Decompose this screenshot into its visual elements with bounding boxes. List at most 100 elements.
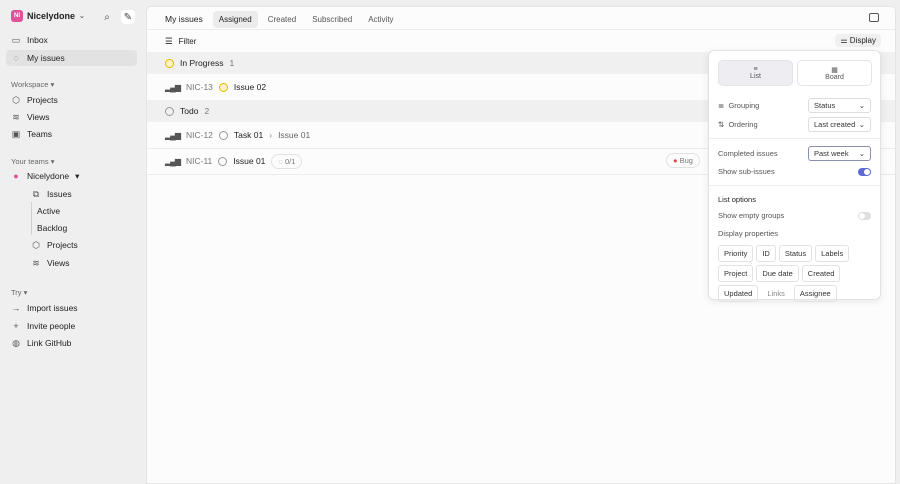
label-bug[interactable]: ● Bug bbox=[666, 153, 700, 168]
label: Display bbox=[849, 36, 876, 45]
sidebar-item-inbox[interactable]: ▭ Inbox bbox=[6, 32, 137, 48]
chevron-down-icon: ⌄ bbox=[858, 101, 865, 110]
issue-title: Task 01 bbox=[233, 130, 264, 140]
divider bbox=[709, 185, 880, 186]
prop-project[interactable]: Project bbox=[718, 265, 754, 282]
in-progress-icon bbox=[165, 58, 174, 68]
label: Show empty groups bbox=[718, 211, 785, 220]
list-options-heading: List options bbox=[718, 195, 871, 204]
display-popover: ≡ List ▦ Board ≣ Grouping Status ⌄ ⇅ Orderin… bbox=[708, 50, 881, 302]
prop-created[interactable]: Created bbox=[801, 265, 841, 282]
filter-button[interactable]: ☰ Filter bbox=[147, 30, 895, 52]
tab-assigned[interactable]: Assigned bbox=[212, 10, 258, 28]
issue-title: Issue 01 bbox=[233, 156, 266, 166]
label: Backlog bbox=[37, 223, 68, 233]
display-properties-heading: Display properties bbox=[718, 229, 871, 238]
chevron-right-icon: › bbox=[269, 130, 273, 140]
label: Link GitHub bbox=[27, 338, 72, 348]
sidebar-item-views[interactable]: ≋ Views bbox=[6, 109, 137, 125]
value: Last created bbox=[814, 120, 856, 129]
chevron-down-icon: ⌄ bbox=[858, 120, 865, 129]
target-icon: ◌ bbox=[13, 53, 19, 63]
issue-id: NIC-11 bbox=[185, 156, 213, 166]
label: Projects bbox=[47, 240, 78, 250]
sidebar-item-backlog[interactable]: Backlog bbox=[26, 220, 137, 236]
label: Ordering bbox=[728, 120, 758, 129]
prop-labels[interactable]: Labels bbox=[815, 245, 850, 262]
display-button[interactable]: ⚌ Display bbox=[835, 34, 881, 47]
chevron-down-icon: ⌄ bbox=[79, 13, 85, 20]
grouping-select[interactable]: Status ⌄ bbox=[808, 98, 871, 113]
workspace-name: Nicelydone bbox=[27, 11, 76, 21]
prop-due-date[interactable]: Due date bbox=[756, 265, 799, 282]
show-empty-groups-toggle[interactable] bbox=[858, 211, 871, 220]
label: Grouping bbox=[728, 101, 760, 110]
tab-activity[interactable]: Activity bbox=[362, 11, 399, 28]
prop-assignee[interactable]: Assignee bbox=[793, 285, 837, 302]
sub-issues-progress: ◌ 0/1 bbox=[271, 153, 303, 169]
sidebar-item-active[interactable]: Active bbox=[26, 203, 137, 219]
sidebar-item-teams[interactable]: ▣ Teams bbox=[6, 126, 137, 142]
workspace-section[interactable]: Workspace ▾ bbox=[11, 80, 54, 89]
arrow-icon: → bbox=[11, 303, 21, 313]
view-board-button[interactable]: ▦ Board bbox=[797, 60, 872, 86]
prop-links[interactable]: Links bbox=[761, 285, 791, 302]
your-teams-section[interactable]: Your teams ▾ bbox=[11, 157, 55, 166]
priority-icon: ▂▄▆ bbox=[165, 156, 181, 166]
sort-icon: ⇅ bbox=[718, 120, 725, 129]
workspace-logo: NI bbox=[11, 10, 23, 22]
label: Filter bbox=[178, 36, 197, 46]
list-icon: ≡ bbox=[753, 66, 758, 73]
sidebar-item-team-views[interactable]: ≋ Views bbox=[26, 255, 137, 271]
page-title: My issues bbox=[165, 14, 203, 24]
cube-icon: ⬡ bbox=[32, 239, 40, 250]
label: Display properties bbox=[718, 229, 779, 238]
sidebar-item-projects[interactable]: ⬡ Projects bbox=[6, 92, 137, 108]
filter-icon: ☰ bbox=[165, 35, 173, 46]
team-nicelydone[interactable]: ● Nicelydone ▾ bbox=[6, 168, 137, 184]
show-sub-issues-toggle[interactable] bbox=[858, 167, 871, 176]
parent-issue[interactable]: Issue 01 bbox=[278, 130, 310, 140]
workspace-switcher[interactable]: NI Nicelydone ⌄ bbox=[11, 10, 85, 22]
sub-count: 0/1 bbox=[284, 156, 296, 166]
chevron-down-icon: ⌄ bbox=[858, 149, 865, 158]
inbox-icon: ▭ bbox=[11, 34, 21, 45]
prop-updated[interactable]: Updated bbox=[718, 285, 759, 302]
invite-people[interactable]: + Invite people bbox=[6, 318, 137, 334]
label: Inbox bbox=[27, 35, 48, 45]
group-count: 2 bbox=[204, 106, 210, 116]
sidebar-item-my-issues[interactable]: ◌ My issues bbox=[6, 50, 137, 66]
sidebar-item-team-projects[interactable]: ⬡ Projects bbox=[26, 237, 137, 253]
completed-select[interactable]: Past week ⌄ bbox=[808, 146, 871, 161]
link-github[interactable]: ◍ Link GitHub bbox=[6, 335, 137, 351]
github-icon: ◍ bbox=[12, 337, 20, 348]
layers-icon: ≋ bbox=[12, 111, 20, 122]
issue-title: Issue 02 bbox=[233, 82, 267, 92]
try-section[interactable]: Try ▾ bbox=[11, 288, 27, 297]
tab-subscribed[interactable]: Subscribed bbox=[306, 11, 358, 28]
import-issues[interactable]: → Import issues bbox=[6, 300, 137, 316]
prop-id[interactable]: ID bbox=[756, 245, 776, 262]
group-name: In Progress bbox=[180, 58, 224, 68]
label: Completed issues bbox=[718, 149, 778, 158]
sliders-icon: ⚌ bbox=[840, 36, 848, 45]
view-list-button[interactable]: ≡ List bbox=[718, 60, 793, 86]
new-issue-icon[interactable]: ✎ bbox=[121, 10, 135, 24]
sidebar-toggle-icon[interactable] bbox=[869, 13, 879, 22]
sidebar: NI Nicelydone ⌄ ⌕ ✎ ▭ Inbox ◌ My issues Work… bbox=[0, 0, 146, 484]
display-properties: Priority ID Status Labels Project Due da… bbox=[718, 245, 878, 302]
label: Show sub-issues bbox=[718, 167, 775, 176]
prop-priority[interactable]: Priority bbox=[718, 245, 754, 262]
search-icon[interactable]: ⌕ bbox=[100, 10, 114, 24]
label-text: Bug bbox=[679, 156, 693, 165]
tabs: My issues Assigned Created Subscribed Ac… bbox=[159, 10, 400, 28]
tab-created[interactable]: Created bbox=[262, 11, 302, 28]
priority-icon: ▂▄▆ bbox=[165, 82, 181, 92]
prop-status[interactable]: Status bbox=[778, 245, 813, 262]
sidebar-item-issues[interactable]: ⧉ Issues bbox=[26, 186, 137, 202]
priority-icon: ▂▄▆ bbox=[165, 130, 181, 140]
label: Projects bbox=[27, 95, 58, 105]
ordering-select[interactable]: Last created ⌄ bbox=[808, 117, 871, 132]
label: Board bbox=[825, 73, 844, 81]
cube-icon: ⬡ bbox=[12, 94, 20, 105]
